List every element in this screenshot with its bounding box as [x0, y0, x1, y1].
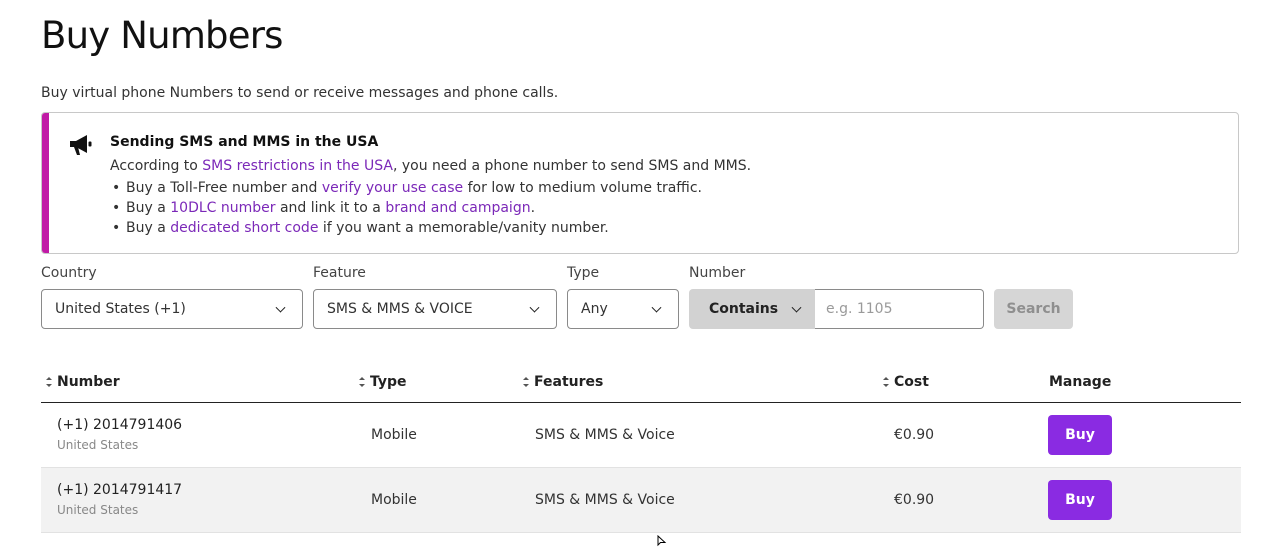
banner-accent-stripe [42, 113, 49, 253]
page-title: Buy Numbers [41, 14, 283, 57]
country-select-value: United States (+1) [55, 301, 186, 317]
type-label: Type [567, 265, 600, 281]
phone-number: (+1) 2014791417 [57, 482, 183, 498]
phone-number: (+1) 2014791406 [57, 417, 183, 433]
verify-use-case-link[interactable]: verify your use case [322, 180, 463, 196]
sort-icon [522, 377, 529, 387]
number-match-select[interactable]: Contains [689, 289, 816, 329]
number-type: Mobile [371, 427, 417, 443]
chevron-down-icon [529, 302, 540, 313]
10dlc-number-link[interactable]: 10DLC number [170, 200, 275, 216]
search-button[interactable]: Search [994, 289, 1073, 329]
number-country: United States [57, 503, 139, 517]
chevron-down-icon [791, 302, 802, 313]
short-code-link[interactable]: dedicated short code [170, 220, 318, 236]
sort-icon [882, 377, 889, 387]
number-label: Number [689, 265, 746, 281]
mouse-cursor-icon [657, 532, 667, 547]
feature-select[interactable]: SMS & MMS & VOICE [313, 289, 557, 329]
type-column-header[interactable]: Type [358, 374, 407, 390]
sms-restrictions-link[interactable]: SMS restrictions in the USA [202, 158, 393, 174]
number-match-value: Contains [709, 301, 779, 317]
banner-list-item: Buy a dedicated short code if you want a… [110, 218, 702, 238]
buy-button[interactable]: Buy [1048, 415, 1112, 455]
numbers-table: Number Type Features Cost Manage (+1) 20… [41, 363, 1241, 533]
sort-icon [358, 377, 365, 387]
manage-column-header: Manage [1049, 374, 1112, 390]
number-features: SMS & MMS & Voice [535, 492, 675, 508]
buy-button[interactable]: Buy [1048, 480, 1112, 520]
table-row: (+1) 2014791406 United States Mobile SMS… [41, 403, 1241, 468]
chevron-down-icon [275, 302, 286, 313]
sms-info-banner: Sending SMS and MMS in the USA According… [41, 112, 1239, 254]
banner-list: Buy a Toll-Free number and verify your u… [110, 178, 702, 238]
megaphone-icon [68, 133, 94, 157]
banner-intro: According to SMS restrictions in the USA… [110, 158, 752, 174]
brand-campaign-link[interactable]: brand and campaign [385, 200, 530, 216]
sort-icon [45, 377, 52, 387]
page-subtitle: Buy virtual phone Numbers to send or rec… [41, 85, 559, 101]
chevron-down-icon [651, 302, 662, 313]
number-country: United States [57, 438, 139, 452]
number-column-header[interactable]: Number [45, 374, 120, 390]
banner-title: Sending SMS and MMS in the USA [110, 134, 379, 150]
number-search-input[interactable] [815, 289, 984, 329]
number-type: Mobile [371, 492, 417, 508]
number-cost: €0.90 [894, 427, 935, 443]
features-column-header[interactable]: Features [522, 374, 603, 390]
type-select[interactable]: Any [567, 289, 679, 329]
banner-list-item: Buy a 10DLC number and link it to a bran… [110, 198, 702, 218]
banner-list-item: Buy a Toll-Free number and verify your u… [110, 178, 702, 198]
cost-column-header[interactable]: Cost [882, 374, 929, 390]
type-select-value: Any [581, 301, 608, 317]
feature-label: Feature [313, 265, 366, 281]
number-cost: €0.90 [894, 492, 935, 508]
country-select[interactable]: United States (+1) [41, 289, 303, 329]
country-label: Country [41, 265, 97, 281]
feature-select-value: SMS & MMS & VOICE [327, 301, 473, 317]
table-row: (+1) 2014791417 United States Mobile SMS… [41, 468, 1241, 533]
table-header: Number Type Features Cost Manage [41, 363, 1241, 403]
number-features: SMS & MMS & Voice [535, 427, 675, 443]
